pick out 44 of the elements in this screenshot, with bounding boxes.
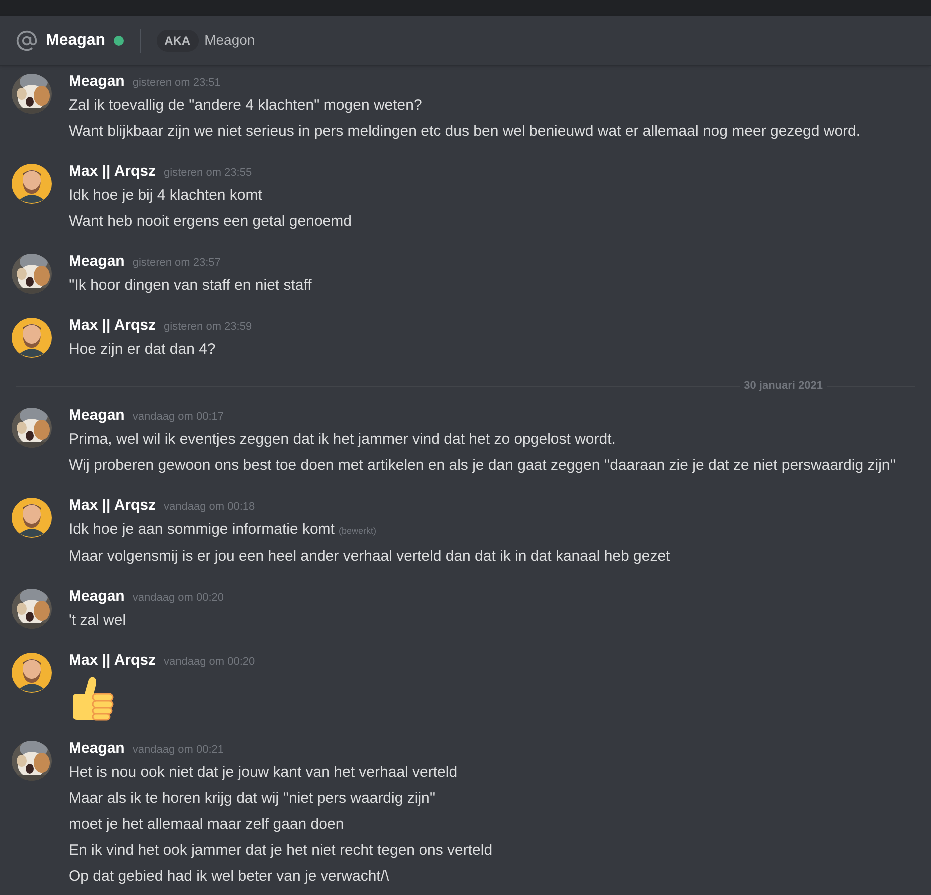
author-name[interactable]: Max || Arqsz bbox=[69, 650, 156, 672]
message-text: Wij proberen gewoon ons best toe doen met artikelen en als je dan gaat zeggen ''daaraan zie je dat ze niet perswaardig zijn'' bbox=[69, 456, 896, 476]
timestamp: vandaag om 00:18 bbox=[164, 500, 256, 515]
author-name[interactable]: Meagan bbox=[69, 405, 125, 428]
message-text: Prima, wel wil ik eventjes zeggen dat ik het jammer vind dat het zo opgelost wordt. bbox=[69, 430, 616, 450]
timestamp: vandaag om 00:20 bbox=[132, 591, 224, 606]
author-name[interactable]: Meagan bbox=[69, 586, 125, 608]
message-text: Want heb nooit ergens een getal genoemd bbox=[69, 212, 352, 232]
message-text: Idk hoe je aan sommige informatie komt bbox=[69, 520, 335, 540]
message-text: Het is nou ook niet dat je jouw kant van het verhaal verteld bbox=[69, 763, 458, 783]
author-name[interactable]: Meagan bbox=[69, 738, 125, 760]
timestamp: gisteren om 23:51 bbox=[132, 76, 221, 91]
timestamp: gisteren om 23:55 bbox=[164, 166, 252, 181]
avatar bbox=[12, 318, 52, 358]
author-name[interactable]: Max || Arqsz bbox=[69, 315, 156, 338]
author-name[interactable]: Max || Arqsz bbox=[69, 161, 156, 184]
aka-name: Meagon bbox=[204, 31, 256, 50]
timestamp: vandaag om 00:17 bbox=[132, 410, 224, 425]
message-text: Maar volgensmij is er jou een heel ander verhaal verteld dan dat ik in dat kanaal heb gezet bbox=[69, 547, 670, 567]
message-text: Want blijkbaar zijn we niet serieus in pers meldingen etc dus ben wel benieuwd wat er allemaal nog meer gezegd word. bbox=[69, 122, 861, 142]
message-text: En ik vind het ook jammer dat je het niet recht tegen ons verteld bbox=[69, 841, 493, 861]
timestamp: vandaag om 00:20 bbox=[164, 655, 256, 670]
author-name[interactable]: Meagan bbox=[69, 71, 125, 94]
channel-title: Meagan bbox=[46, 30, 106, 50]
avatar bbox=[12, 498, 52, 538]
edited-label: (bewerkt) bbox=[338, 525, 376, 538]
timestamp: vandaag om 00:21 bbox=[132, 743, 224, 758]
message-text: Hoe zijn er dat dan 4? bbox=[69, 340, 216, 360]
message-text: Idk hoe je bij 4 klachten komt bbox=[69, 186, 262, 206]
avatar bbox=[12, 653, 52, 693]
message-text: 't zal wel bbox=[69, 611, 126, 631]
message-text: Op dat gebied had ik wel beter van je verwacht/\ bbox=[69, 867, 390, 887]
aka-badge: AKA bbox=[156, 30, 199, 52]
author-name[interactable]: Max || Arqsz bbox=[69, 495, 156, 518]
at-sign-icon bbox=[16, 30, 38, 52]
timestamp: gisteren om 23:59 bbox=[164, 320, 252, 335]
message-text: ''Ik hoor dingen van staff en niet staff bbox=[69, 276, 312, 296]
timestamp: gisteren om 23:57 bbox=[132, 256, 221, 271]
avatar bbox=[12, 164, 52, 204]
message-text: Maar als ik te horen krijg dat wij ''niet pers waardig zijn'' bbox=[69, 789, 436, 809]
date-divider: 30 januari 2021 bbox=[743, 378, 824, 394]
message-text: Zal ik toevallig de ''andere 4 klachten'' mogen weten? bbox=[69, 96, 422, 116]
author-name[interactable]: Meagan bbox=[69, 251, 125, 274]
message-text: moet je het allemaal maar zelf gaan doen bbox=[69, 815, 344, 835]
